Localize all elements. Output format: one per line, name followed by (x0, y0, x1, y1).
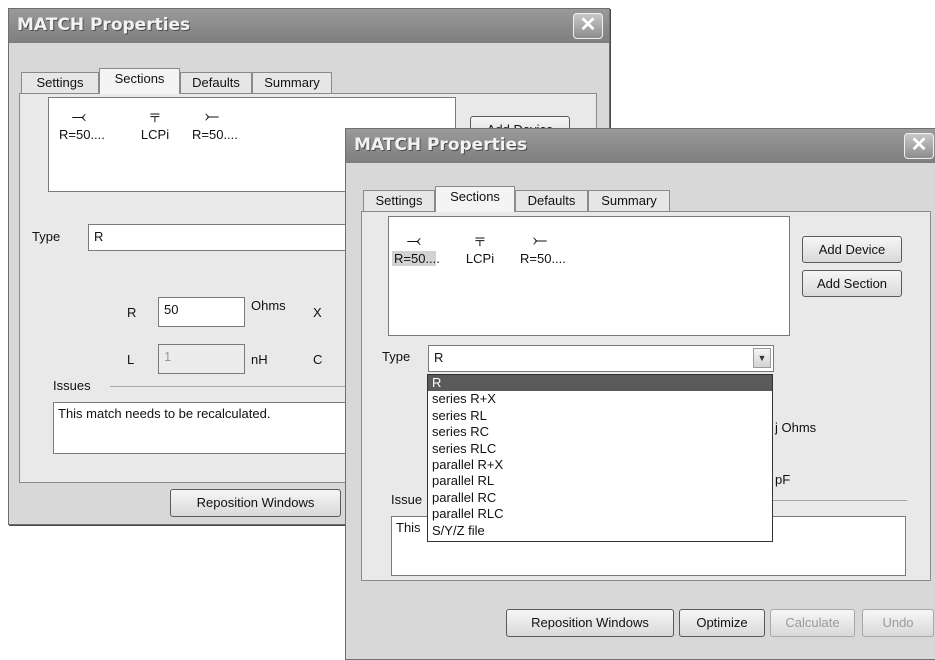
back-title-bar[interactable]: MATCH Properties ✕ (9, 9, 609, 43)
type-option[interactable]: parallel RL (428, 473, 772, 489)
back-tab-summary[interactable]: Summary (252, 72, 332, 94)
resistor-port-icon: ⤚ (532, 230, 548, 250)
back-c-label: C (313, 352, 323, 367)
back-ohms-label: Ohms (251, 298, 286, 313)
resistor-port-icon: ⤙ (71, 106, 87, 126)
front-reposition-button[interactable]: Reposition Windows (506, 609, 674, 637)
back-device-1[interactable]: ⤙ R=50.... (57, 105, 105, 142)
back-device-2[interactable]: ⫧ LCPi (133, 105, 177, 142)
front-tab-settings[interactable]: Settings (363, 190, 435, 212)
back-issues-label: Issues (53, 378, 91, 393)
type-dropdown-list: R series R+X series RL series RC series … (427, 374, 773, 542)
front-close-button[interactable]: ✕ (904, 133, 934, 159)
back-device-3-label: R=50.... (192, 127, 238, 142)
type-option[interactable]: S/Y/Z file (428, 523, 772, 539)
lc-network-icon: ⫧ (149, 106, 161, 126)
front-device-1-label: R=50.... (392, 251, 440, 266)
front-undo-button: Undo (862, 609, 934, 637)
back-type-label: Type (32, 229, 61, 244)
back-l-input: 1 (158, 344, 245, 374)
front-tab-sections[interactable]: Sections (435, 186, 515, 212)
back-device-1-label: R=50.... (59, 127, 105, 142)
front-title-bar[interactable]: MATCH Properties ✕ (346, 129, 935, 163)
front-dialog-title: MATCH Properties (354, 135, 528, 155)
type-option[interactable]: series RLC (428, 441, 772, 457)
back-close-button[interactable]: ✕ (573, 13, 603, 39)
back-l-label: L (127, 352, 135, 367)
resistor-port-icon: ⤙ (406, 230, 422, 250)
back-r-input[interactable]: 50 (158, 297, 245, 327)
back-issues-divider (110, 386, 350, 387)
resistor-port-icon: ⤚ (204, 106, 220, 126)
back-dialog-title: MATCH Properties (17, 15, 191, 35)
front-type-select[interactable]: R ▼ (428, 345, 774, 372)
type-option[interactable]: parallel RLC (428, 506, 772, 522)
front-device-1[interactable]: ⤙ R=50.... (392, 229, 440, 266)
front-add-section-button[interactable]: Add Section (802, 270, 902, 297)
front-calculate-button: Calculate (770, 609, 855, 637)
type-option[interactable]: parallel RC (428, 490, 772, 506)
type-option[interactable]: series RL (428, 408, 772, 424)
front-device-2[interactable]: ⫧ LCPi (458, 229, 502, 266)
type-option[interactable]: series RC (428, 424, 772, 440)
front-device-2-label: LCPi (465, 251, 495, 266)
front-type-label: Type (382, 349, 411, 364)
front-add-device-button[interactable]: Add Device (802, 236, 902, 263)
back-issues-text[interactable]: This match needs to be recalculated. (53, 402, 353, 454)
front-device-3-label: R=50.... (520, 251, 566, 266)
chevron-down-icon[interactable]: ▼ (753, 348, 771, 368)
front-optimize-button[interactable]: Optimize (679, 609, 765, 637)
front-pf-label: pF (775, 472, 791, 487)
back-device-2-label: LCPi (140, 127, 170, 142)
back-tab-settings[interactable]: Settings (21, 72, 99, 94)
front-j-ohms-label: j Ohms (775, 420, 817, 435)
type-option[interactable]: R (428, 375, 772, 392)
front-device-3[interactable]: ⤚ R=50.... (518, 229, 566, 266)
lc-network-icon: ⫧ (474, 230, 486, 250)
type-option[interactable]: series R+X (428, 391, 772, 407)
front-type-value: R (434, 350, 444, 365)
back-tab-sections[interactable]: Sections (99, 68, 180, 94)
back-device-3[interactable]: ⤚ R=50.... (190, 105, 238, 142)
type-option[interactable]: parallel R+X (428, 457, 772, 473)
front-tab-defaults[interactable]: Defaults (515, 190, 588, 212)
back-nh-label: nH (251, 352, 268, 367)
back-x-label: X (313, 305, 322, 320)
front-dialog: MATCH Properties ✕ Settings Sections Def… (345, 128, 935, 660)
back-reposition-button[interactable]: Reposition Windows (170, 489, 341, 517)
back-tab-defaults[interactable]: Defaults (180, 72, 252, 94)
back-r-label: R (127, 305, 137, 320)
front-issues-label: Issue (391, 492, 423, 507)
front-device-list[interactable]: ⤙ R=50.... ⫧ LCPi ⤚ R=50.... (388, 216, 790, 336)
front-tab-summary[interactable]: Summary (588, 190, 670, 212)
